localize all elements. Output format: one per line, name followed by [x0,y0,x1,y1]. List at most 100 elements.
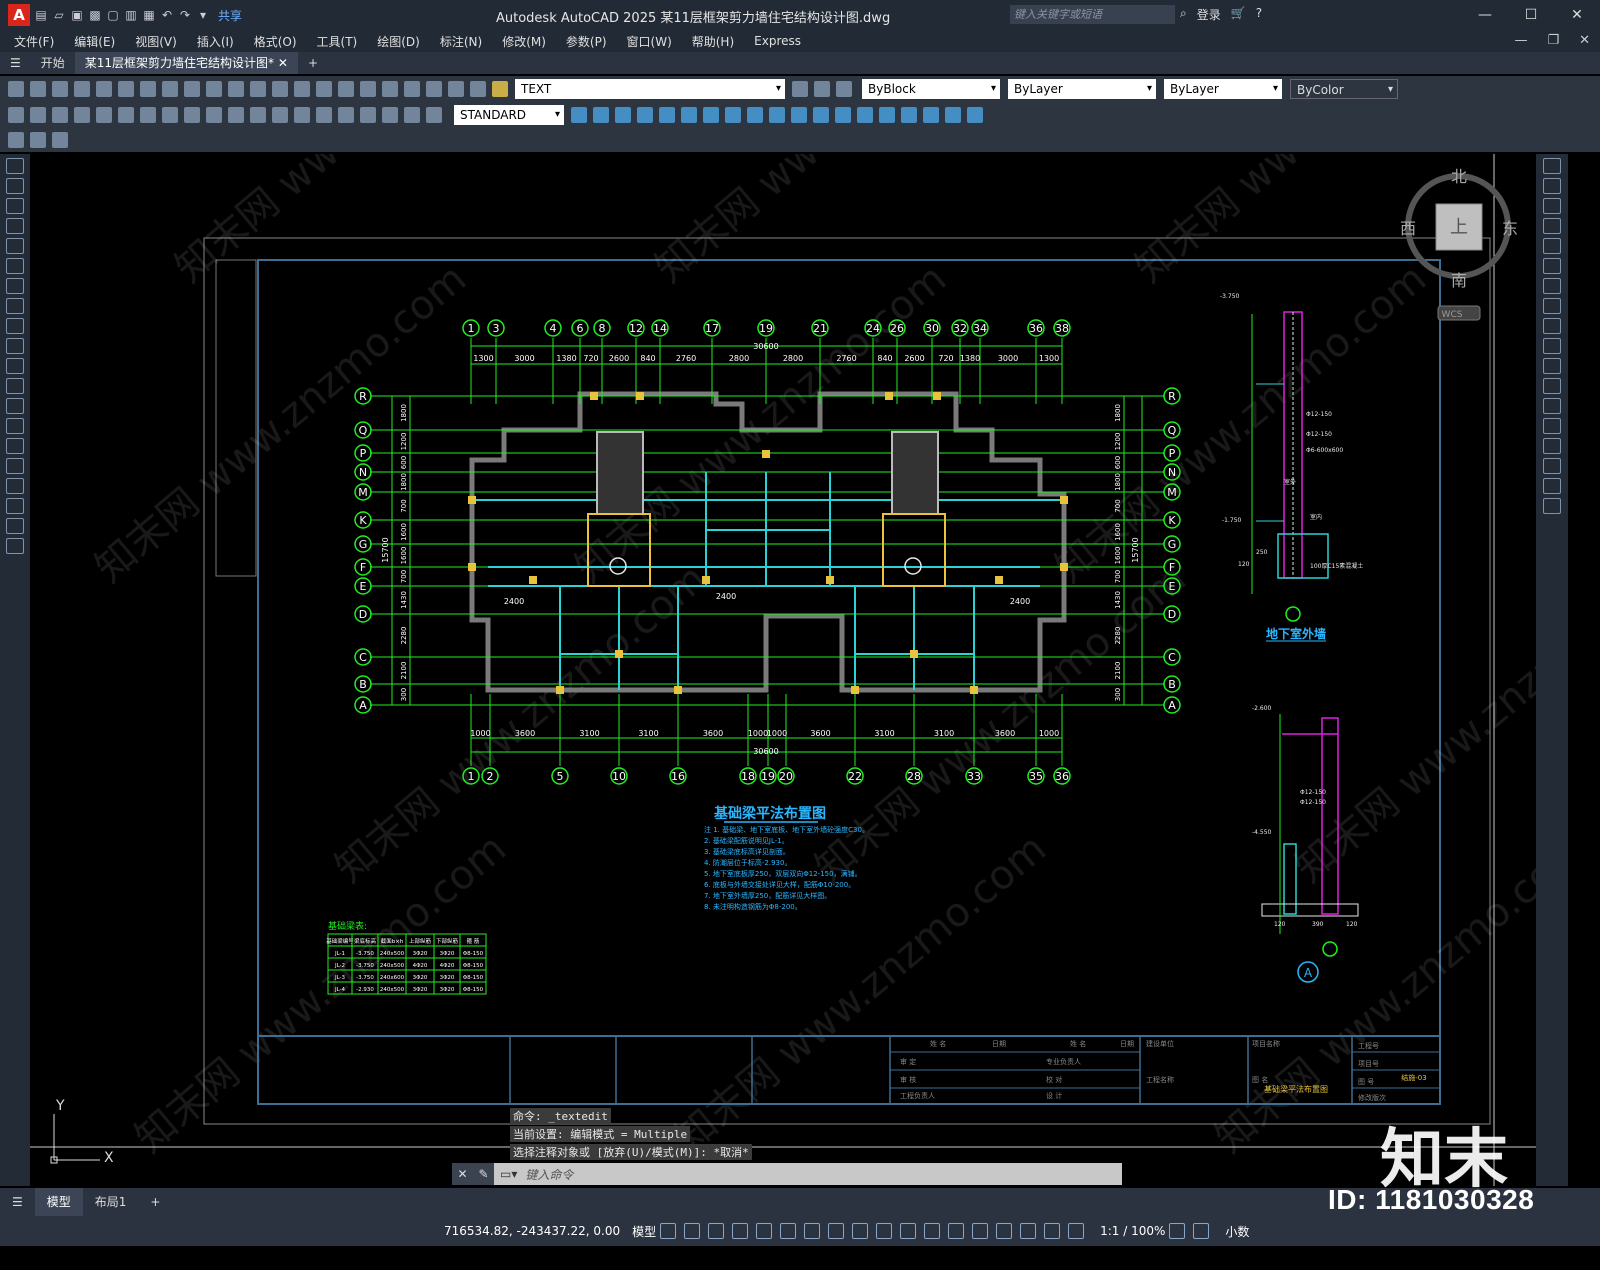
ellipse-icon[interactable] [6,338,24,354]
layer-properties-icon[interactable] [470,81,486,97]
search-input[interactable]: 键入关键字或短语 [1010,5,1175,24]
tab-layout1[interactable]: 布局1 [83,1188,139,1216]
view-sw-icon[interactable] [725,107,741,123]
help-icon[interactable] [448,81,464,97]
menu-insert[interactable]: 插入(I) [197,33,234,50]
menu-window[interactable]: 窗口(W) [627,33,672,50]
arc-length-icon[interactable] [52,107,68,123]
zoom-window-icon[interactable] [316,81,332,97]
point-icon[interactable] [6,418,24,434]
tab-start[interactable]: 开始 [31,52,75,74]
textstyle-dropdown[interactable]: STANDARD [454,105,564,125]
ucs-face-icon[interactable] [945,107,961,123]
layer-on-icon[interactable] [492,81,508,97]
open-file-icon[interactable]: ▱ [52,8,66,22]
new-icon[interactable] [8,81,24,97]
continue-dim-icon[interactable] [228,107,244,123]
jogged-dim-icon[interactable] [118,107,134,123]
hamburger-menu-icon[interactable]: ☰ [0,52,31,74]
dim-update-icon[interactable] [426,107,442,123]
add-layout-button[interactable]: + [138,1188,172,1216]
dim-style-icon[interactable] [571,107,587,123]
dim-break-icon[interactable] [272,107,288,123]
cut-icon[interactable] [140,81,156,97]
command-input[interactable]: 键入命令 [525,1166,573,1183]
autocad-logo-icon[interactable]: A [8,4,30,26]
ortho-icon[interactable] [756,1223,773,1239]
inspection-icon[interactable] [338,107,354,123]
visual-style-icon[interactable] [813,107,829,123]
view-nw-icon[interactable] [791,107,807,123]
ucs-world-icon[interactable] [901,107,917,123]
gizmo-icon[interactable] [1020,1223,1037,1239]
baseline-dim-icon[interactable] [206,107,222,123]
wcs-menu[interactable]: WCS [1442,310,1463,320]
line-icon[interactable] [6,158,24,174]
save-web-icon[interactable]: ▥ [124,8,138,22]
close-cmd-icon[interactable]: ✕ [457,1167,467,1181]
rotate-icon[interactable] [1543,278,1561,294]
tab-drawing[interactable]: 某11层框架剪力墙住宅结构设计图* ✕ [74,52,298,74]
maximize-button[interactable]: ☐ [1508,0,1554,30]
ucs-object-icon[interactable] [967,107,983,123]
menu-draw[interactable]: 绘图(D) [377,33,420,50]
polar-icon[interactable] [780,1223,797,1239]
viewcube-west[interactable]: 西 [1400,219,1416,238]
scale-icon[interactable] [1543,298,1561,314]
layer-previous-icon[interactable] [814,81,830,97]
block-editor-icon[interactable] [30,132,46,148]
render-icon[interactable] [857,107,873,123]
menu-file[interactable]: 文件(F) [14,33,54,50]
fillet-icon[interactable] [1543,458,1561,474]
viewcube-east[interactable]: 东 [1502,219,1518,238]
help-icon[interactable]: ? [1256,6,1262,23]
preview-icon[interactable] [96,81,112,97]
doc-minimize-button[interactable]: — [1514,30,1527,52]
copy-icon[interactable] [162,81,178,97]
dim-text-edit-icon[interactable] [404,107,420,123]
revcloud-icon[interactable] [6,298,24,314]
isodraft-icon[interactable] [804,1223,821,1239]
make-current-layer-icon[interactable] [792,81,808,97]
copy-object-icon[interactable] [1543,178,1561,194]
menu-dimension[interactable]: 标注(N) [440,33,482,50]
model-space-canvas[interactable]: 知末网 www.znzmo.com 知末网 www.znzmo.com 知末网 ww… [30,154,1536,1186]
quick-dim-icon[interactable] [184,107,200,123]
region-icon[interactable] [6,478,24,494]
gradient-icon[interactable] [6,458,24,474]
stretch-icon[interactable] [1543,318,1561,334]
ordinate-dim-icon[interactable] [74,107,90,123]
trim-icon[interactable] [1543,338,1561,354]
infer-icon[interactable] [708,1223,725,1239]
view-ne-icon[interactable] [769,107,785,123]
array-icon[interactable] [1543,238,1561,254]
linear-dim-icon[interactable] [8,107,24,123]
move-icon[interactable] [1543,258,1561,274]
menu-format[interactable]: 格式(O) [254,33,297,50]
jogged-linear-icon[interactable] [360,107,376,123]
customize-cmd-icon[interactable]: ✎ [478,1167,488,1181]
construction-line-icon[interactable] [6,178,24,194]
diameter-dim-icon[interactable] [140,107,156,123]
undo-icon[interactable]: ↶ [160,8,174,22]
model-space-toggle[interactable]: 模型 [632,1223,656,1240]
menu-help[interactable]: 帮助(H) [692,33,734,50]
mtext-icon[interactable] [6,518,24,534]
auto-scale-icon[interactable] [1068,1223,1085,1239]
minimize-button[interactable]: — [1462,0,1508,30]
selection-filter-icon[interactable] [996,1223,1013,1239]
table-icon[interactable] [6,498,24,514]
view-bottom-icon[interactable] [615,107,631,123]
tolerance-icon[interactable] [294,107,310,123]
tool-palettes-icon[interactable] [404,81,420,97]
ucs-icon[interactable] [879,107,895,123]
dim-edit-icon[interactable] [382,107,398,123]
save-as-icon[interactable]: ▩ [88,8,102,22]
search-icon[interactable]: ⌕ [1180,6,1187,23]
viewcube-top[interactable]: 上 [1450,217,1468,238]
layer-walk-icon[interactable] [52,132,68,148]
polyline-icon[interactable] [6,198,24,214]
color-dropdown[interactable]: ByBlock [862,79,1000,99]
redo-icon[interactable] [250,81,266,97]
hatch-icon[interactable] [6,438,24,454]
